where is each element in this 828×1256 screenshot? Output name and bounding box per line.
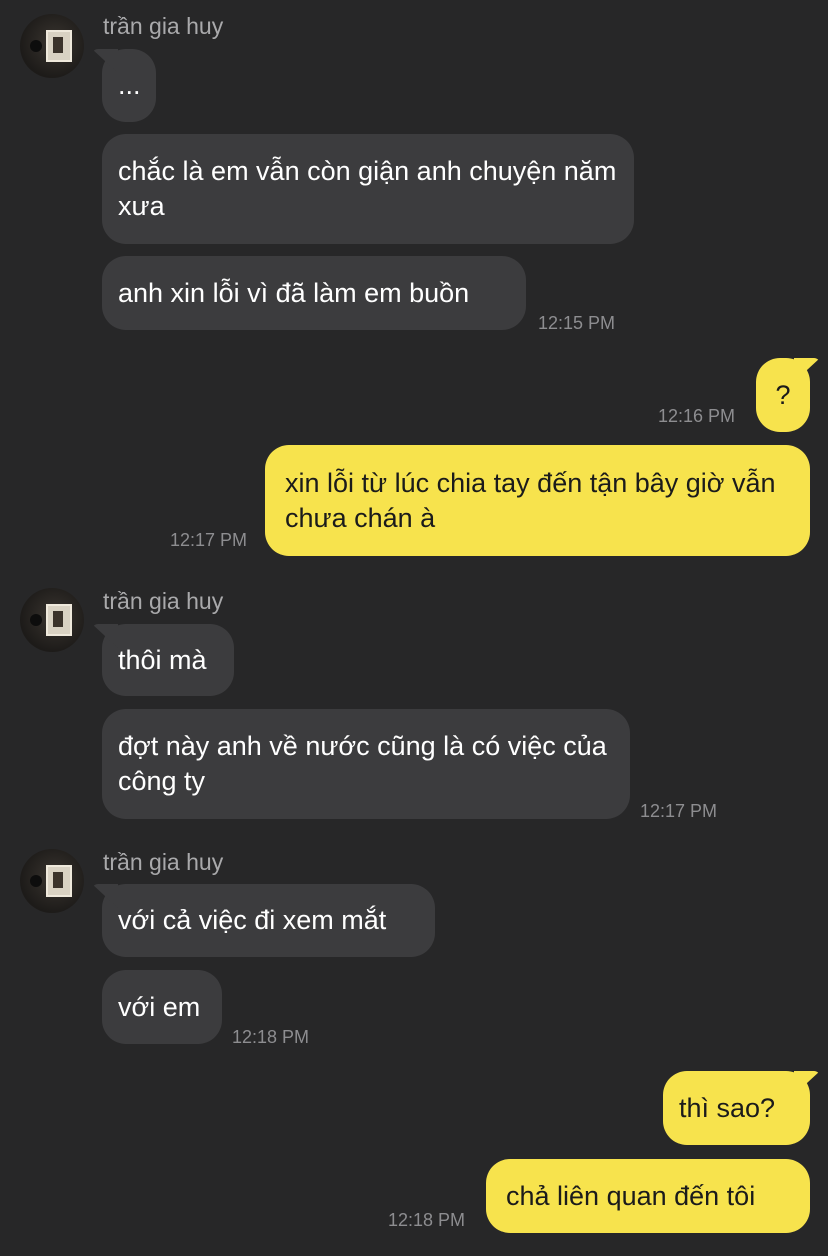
message-timestamp: 12:15 PM [538,313,616,333]
message-bubble[interactable]: ? [756,358,810,432]
sender-name: trần gia huy [103,13,224,39]
message-bubble[interactable]: với em [102,970,222,1044]
message-timestamp: 12:16 PM [658,406,736,426]
sender-name: trần gia huy [103,588,224,614]
message-timestamp: 12:17 PM [170,530,248,550]
avatar[interactable] [20,849,84,913]
avatar[interactable] [20,14,84,78]
message-bubble[interactable]: chả liên quan đến tôi [486,1159,810,1233]
message-bubble[interactable]: ... [102,49,156,122]
message-bubble[interactable]: đợt này anh về nước cũng là có việc của … [102,709,630,819]
message-bubble[interactable]: chắc là em vẫn còn giận anh chuyện năm x… [102,134,634,244]
avatar[interactable] [20,588,84,652]
message-bubble[interactable]: thôi mà [102,624,234,696]
sender-name: trần gia huy [103,849,224,875]
message-bubble[interactable]: xin lỗi từ lúc chia tay đến tận bây giờ … [265,445,810,556]
message-timestamp: 12:18 PM [232,1027,310,1047]
message-timestamp: 12:18 PM [388,1210,466,1230]
message-bubble[interactable]: với cả việc đi xem mắt [102,884,435,957]
message-bubble[interactable]: anh xin lỗi vì đã làm em buồn [102,256,526,330]
message-bubble[interactable]: thì sao? [663,1071,810,1145]
message-timestamp: 12:17 PM [640,801,718,821]
